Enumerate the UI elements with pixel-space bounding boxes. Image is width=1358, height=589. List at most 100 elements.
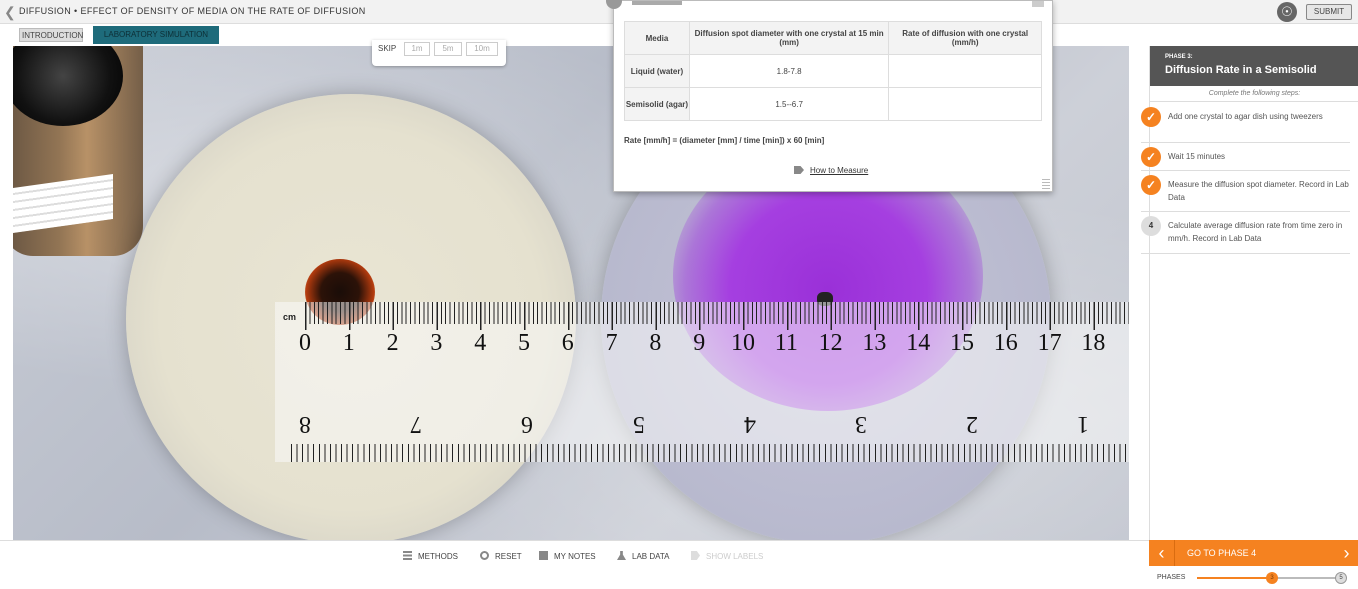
ruler-number-cm: 10 [731, 330, 755, 356]
step-text: Measure the diffusion spot diameter. Rec… [1168, 180, 1349, 202]
phase-progress: PHASES 3 5 [1149, 566, 1358, 589]
ruler-number-inch: 2 [966, 411, 979, 437]
ruler-number-cm: 16 [993, 330, 1018, 356]
ruler-number-inch: 3 [855, 411, 867, 437]
reset-button[interactable]: RESET [480, 551, 522, 561]
reset-icon [480, 551, 489, 560]
go-to-phase-button[interactable]: GO TO PHASE 4 [1187, 548, 1256, 558]
ruler-number-cm: 14 [906, 330, 931, 356]
ruler-major-ticks [305, 302, 1129, 330]
chevron-left-icon[interactable]: ❮ [4, 4, 16, 20]
table-header-row: Media Diffusion spot diameter with one c… [624, 21, 1042, 55]
diameter-cell[interactable]: 1.5--6.7 [688, 87, 890, 121]
ruler-number-cm: 18 [1081, 330, 1106, 356]
chevron-left-icon[interactable]: ‹ [1149, 540, 1175, 566]
phase-header: PHASE 3: Diffusion Rate in a Semisolid [1150, 46, 1358, 86]
ruler-number-cm: 12 [818, 330, 843, 356]
my-notes-label: MY NOTES [554, 552, 596, 561]
show-labels-label: SHOW LABELS [706, 552, 764, 561]
step-item: 4 Calculate average diffusion rate from … [1141, 212, 1350, 254]
ruler-number-inch: 6 [521, 411, 534, 437]
close-icon[interactable] [1032, 1, 1044, 7]
step-text: Add one crystal to agar dish using tweez… [1168, 112, 1323, 121]
skip-time-widget: SKIP 1m 5m 10m [372, 40, 506, 66]
ruler-number-cm: 15 [950, 330, 974, 356]
ruler-number-inch: 8 [299, 411, 311, 437]
submit-button[interactable]: SUBMIT [1306, 4, 1352, 20]
go-to-phase-bar[interactable]: ‹ GO TO PHASE 4 › [1149, 540, 1358, 566]
ruler-number-cm: 9 [693, 330, 706, 356]
ruler-number-cm: 17 [1037, 330, 1062, 356]
table-row: Semisolid (agar) 1.5--6.7 [624, 87, 1042, 121]
lab-data-table: Media Diffusion spot diameter with one c… [624, 21, 1042, 121]
show-labels-button[interactable]: SHOW LABELS [691, 551, 763, 561]
ruler-number-cm: 8 [649, 330, 662, 356]
ruler-number-cm: 1 [342, 330, 355, 356]
reset-label: RESET [495, 552, 522, 561]
how-to-measure[interactable]: How to Measure [794, 166, 868, 175]
accessibility-icon[interactable]: ☉ [1277, 2, 1297, 22]
diameter-cell[interactable]: 1.8-7.8 [688, 54, 890, 88]
step-text: Wait 15 minutes [1168, 152, 1226, 161]
ruler-number-cm: 3 [430, 330, 443, 356]
ruler-number-cm: 13 [862, 330, 887, 356]
rate-cell[interactable] [888, 54, 1042, 88]
rate-formula: Rate [mm/h] = (diameter [mm] / time [min… [624, 136, 825, 145]
last-phase-knob[interactable]: 5 [1335, 572, 1347, 584]
how-to-measure-link[interactable]: How to Measure [810, 166, 868, 175]
current-phase-knob[interactable]: 3 [1266, 572, 1278, 584]
ruler-number-inch: 7 [410, 411, 423, 437]
table-row: Liquid (water) 1.8-7.8 [624, 54, 1042, 88]
chevron-right-icon[interactable]: › [1335, 540, 1358, 566]
phase-track-fill [1197, 577, 1272, 579]
tab-laboratory-simulation[interactable]: LABORATORY SIMULATION [93, 26, 219, 44]
phase-number: PHASE 3: [1165, 54, 1193, 60]
step-text: Calculate average diffusion rate from ti… [1168, 221, 1343, 243]
lab-data-popup: Media Diffusion spot diameter with one c… [606, 0, 1053, 192]
phases-label: PHASES [1157, 574, 1186, 581]
tag-icon [691, 551, 700, 560]
ruler-number-cm: 6 [561, 330, 574, 356]
tab-introduction[interactable]: INTRODUCTION [19, 28, 83, 42]
phase-instructions: Complete the following steps: [1150, 86, 1358, 102]
ruler-number-cm: 4 [474, 330, 487, 356]
ruler-number-inch: 5 [632, 411, 645, 437]
page-title: DIFFUSION • EFFECT OF DENSITY OF MEDIA O… [19, 6, 366, 16]
step-item: ✓ Add one crystal to agar dish using twe… [1141, 103, 1350, 143]
ruler-number-cm: 2 [386, 330, 399, 356]
ruler-unit-label: cm [283, 312, 297, 322]
ruler-number-cm: 11 [774, 330, 798, 356]
my-notes-button[interactable]: MY NOTES [539, 551, 596, 561]
resize-grip-icon[interactable] [1042, 179, 1050, 189]
skip-label: SKIP [378, 44, 397, 53]
ruler-number-inch: 4 [743, 411, 756, 437]
checkmark-icon: ✓ [1141, 175, 1161, 195]
rate-cell[interactable] [888, 87, 1042, 121]
skip-1m-button[interactable]: 1m [404, 42, 430, 56]
step-number: 4 [1141, 216, 1161, 236]
flask-icon [617, 551, 626, 560]
phase-panel: PHASE 3: Diffusion Rate in a Semisolid C… [1141, 46, 1358, 540]
popup-title-grip[interactable] [632, 1, 682, 5]
checkmark-icon: ✓ [1141, 107, 1161, 127]
lab-data-label: LAB DATA [632, 552, 670, 561]
ruler-ticks-inch [291, 444, 1129, 462]
lab-data-button[interactable]: LAB DATA [617, 551, 670, 561]
media-cell: Semisolid (agar) [624, 87, 690, 121]
ruler[interactable]: cm 0 1 2 3 4 5 6 7 8 9 10 11 12 13 14 15 16 17 18 87654321 [275, 302, 1129, 462]
skip-5m-button[interactable]: 5m [434, 42, 462, 56]
bottom-toolbar: METHODS RESET MY NOTES LAB DATA SHOW LAB… [0, 540, 1149, 589]
checkmark-icon: ✓ [1141, 147, 1161, 167]
methods-button[interactable]: METHODS [403, 551, 458, 561]
header-diameter: Diffusion spot diameter with one crystal… [688, 21, 890, 55]
notes-icon [539, 551, 548, 560]
step-item: ✓ Measure the diffusion spot diameter. R… [1141, 171, 1350, 212]
skip-10m-button[interactable]: 10m [466, 42, 498, 56]
step-item: ✓ Wait 15 minutes [1141, 143, 1350, 171]
ruler-number-cm: 5 [518, 330, 530, 356]
phase-title: Diffusion Rate in a Semisolid [1165, 64, 1317, 76]
header-media: Media [624, 21, 690, 55]
ruler-number-inch: 1 [1077, 411, 1090, 437]
ruler-number-cm: 7 [605, 330, 618, 356]
methods-label: METHODS [418, 552, 458, 561]
